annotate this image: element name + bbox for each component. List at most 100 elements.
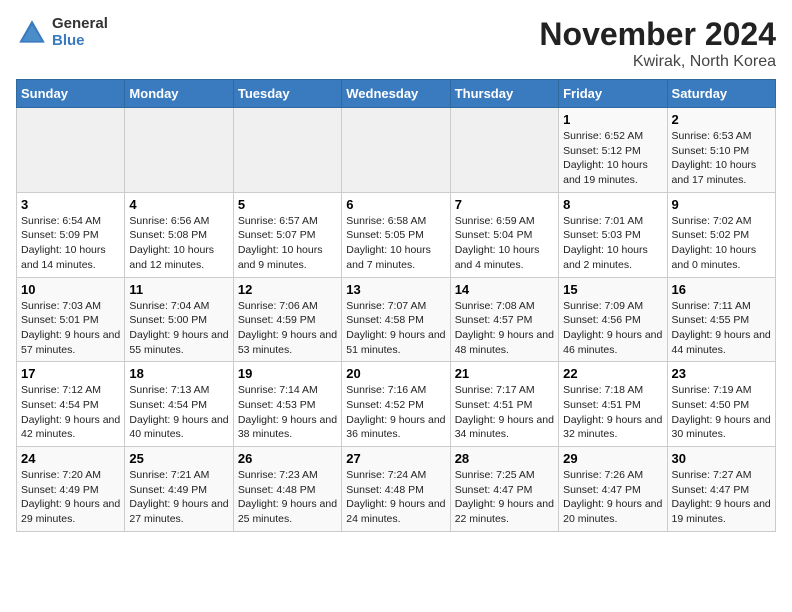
calendar-cell: 7 Sunrise: 6:59 AM Sunset: 5:04 PM Daylig… (450, 192, 558, 277)
day-number: 10 (21, 282, 120, 297)
calendar-cell: 8 Sunrise: 7:01 AM Sunset: 5:03 PM Daylig… (559, 192, 667, 277)
week-row-3: 10 Sunrise: 7:03 AM Sunset: 5:01 PM Dayli… (17, 277, 776, 362)
day-info: Sunrise: 7:03 AM Sunset: 5:01 PM Dayligh… (21, 299, 120, 358)
day-info: Sunrise: 7:04 AM Sunset: 5:00 PM Dayligh… (129, 299, 228, 358)
calendar-cell: 18 Sunrise: 7:13 AM Sunset: 4:54 PM Dayli… (125, 362, 233, 447)
day-info: Sunrise: 6:52 AM Sunset: 5:12 PM Dayligh… (563, 129, 662, 188)
day-number: 14 (455, 282, 554, 297)
logo: General Blue (16, 16, 108, 49)
day-info: Sunrise: 7:12 AM Sunset: 4:54 PM Dayligh… (21, 383, 120, 442)
day-number: 3 (21, 197, 120, 212)
day-info: Sunrise: 7:11 AM Sunset: 4:55 PM Dayligh… (672, 299, 771, 358)
day-number: 25 (129, 451, 228, 466)
calendar-cell: 29 Sunrise: 7:26 AM Sunset: 4:47 PM Dayli… (559, 447, 667, 532)
day-number: 28 (455, 451, 554, 466)
day-number: 8 (563, 197, 662, 212)
calendar-cell: 21 Sunrise: 7:17 AM Sunset: 4:51 PM Dayli… (450, 362, 558, 447)
day-info: Sunrise: 7:02 AM Sunset: 5:02 PM Dayligh… (672, 214, 771, 273)
calendar-cell (125, 108, 233, 193)
day-info: Sunrise: 7:18 AM Sunset: 4:51 PM Dayligh… (563, 383, 662, 442)
calendar-cell: 11 Sunrise: 7:04 AM Sunset: 5:00 PM Dayli… (125, 277, 233, 362)
calendar-cell: 2Sunrise: 6:53 AM Sunset: 5:10 PM Daylig… (667, 108, 775, 193)
header-monday: Monday (125, 80, 233, 108)
calendar-cell: 15 Sunrise: 7:09 AM Sunset: 4:56 PM Dayli… (559, 277, 667, 362)
week-row-4: 17 Sunrise: 7:12 AM Sunset: 4:54 PM Dayli… (17, 362, 776, 447)
calendar-cell (17, 108, 125, 193)
header-saturday: Saturday (667, 80, 775, 108)
day-info: Sunrise: 7:23 AM Sunset: 4:48 PM Dayligh… (238, 468, 337, 527)
day-number: 20 (346, 366, 445, 381)
day-info: Sunrise: 7:21 AM Sunset: 4:49 PM Dayligh… (129, 468, 228, 527)
header: General Blue November 2024 Kwirak, North… (16, 16, 776, 71)
day-number: 11 (129, 282, 228, 297)
calendar-cell: 13Sunrise: 7:07 AM Sunset: 4:58 PM Dayli… (342, 277, 450, 362)
calendar-cell: 30 Sunrise: 7:27 AM Sunset: 4:47 PM Dayli… (667, 447, 775, 532)
day-number: 30 (672, 451, 771, 466)
calendar-cell: 3 Sunrise: 6:54 AM Sunset: 5:09 PM Daylig… (17, 192, 125, 277)
logo-icon (16, 17, 48, 49)
calendar-cell: 24 Sunrise: 7:20 AM Sunset: 4:49 PM Dayli… (17, 447, 125, 532)
day-info: Sunrise: 6:56 AM Sunset: 5:08 PM Dayligh… (129, 214, 228, 273)
day-number: 29 (563, 451, 662, 466)
day-info: Sunrise: 7:09 AM Sunset: 4:56 PM Dayligh… (563, 299, 662, 358)
week-row-1: 1Sunrise: 6:52 AM Sunset: 5:12 PM Daylig… (17, 108, 776, 193)
calendar-cell (342, 108, 450, 193)
day-number: 18 (129, 366, 228, 381)
day-info: Sunrise: 7:01 AM Sunset: 5:03 PM Dayligh… (563, 214, 662, 273)
day-number: 7 (455, 197, 554, 212)
day-info: Sunrise: 7:25 AM Sunset: 4:47 PM Dayligh… (455, 468, 554, 527)
day-info: Sunrise: 7:17 AM Sunset: 4:51 PM Dayligh… (455, 383, 554, 442)
logo-general-text: General (52, 16, 108, 33)
calendar-cell: 10 Sunrise: 7:03 AM Sunset: 5:01 PM Dayli… (17, 277, 125, 362)
day-info: Sunrise: 6:57 AM Sunset: 5:07 PM Dayligh… (238, 214, 337, 273)
calendar-cell: 20 Sunrise: 7:16 AM Sunset: 4:52 PM Dayli… (342, 362, 450, 447)
day-info: Sunrise: 7:27 AM Sunset: 4:47 PM Dayligh… (672, 468, 771, 527)
day-number: 15 (563, 282, 662, 297)
day-number: 23 (672, 366, 771, 381)
calendar-header-row: SundayMondayTuesdayWednesdayThursdayFrid… (17, 80, 776, 108)
calendar-table: SundayMondayTuesdayWednesdayThursdayFrid… (16, 79, 776, 532)
day-info: Sunrise: 7:13 AM Sunset: 4:54 PM Dayligh… (129, 383, 228, 442)
day-number: 9 (672, 197, 771, 212)
day-number: 22 (563, 366, 662, 381)
day-info: Sunrise: 6:59 AM Sunset: 5:04 PM Dayligh… (455, 214, 554, 273)
calendar-cell (233, 108, 341, 193)
week-row-2: 3 Sunrise: 6:54 AM Sunset: 5:09 PM Daylig… (17, 192, 776, 277)
calendar-cell: 9 Sunrise: 7:02 AM Sunset: 5:02 PM Daylig… (667, 192, 775, 277)
day-number: 2 (672, 112, 771, 127)
day-number: 26 (238, 451, 337, 466)
header-tuesday: Tuesday (233, 80, 341, 108)
day-number: 17 (21, 366, 120, 381)
calendar-cell: 17 Sunrise: 7:12 AM Sunset: 4:54 PM Dayli… (17, 362, 125, 447)
day-number: 19 (238, 366, 337, 381)
day-info: Sunrise: 6:58 AM Sunset: 5:05 PM Dayligh… (346, 214, 445, 273)
day-number: 6 (346, 197, 445, 212)
calendar-cell: 12 Sunrise: 7:06 AM Sunset: 4:59 PM Dayli… (233, 277, 341, 362)
day-info: Sunrise: 7:24 AM Sunset: 4:48 PM Dayligh… (346, 468, 445, 527)
calendar-cell: 5Sunrise: 6:57 AM Sunset: 5:07 PM Daylig… (233, 192, 341, 277)
day-info: Sunrise: 7:07 AM Sunset: 4:58 PM Dayligh… (346, 299, 445, 358)
day-info: Sunrise: 7:20 AM Sunset: 4:49 PM Dayligh… (21, 468, 120, 527)
calendar-cell: 23Sunrise: 7:19 AM Sunset: 4:50 PM Dayli… (667, 362, 775, 447)
day-info: Sunrise: 7:06 AM Sunset: 4:59 PM Dayligh… (238, 299, 337, 358)
calendar-cell: 1Sunrise: 6:52 AM Sunset: 5:12 PM Daylig… (559, 108, 667, 193)
day-number: 24 (21, 451, 120, 466)
month-title: November 2024 (539, 16, 776, 53)
day-info: Sunrise: 7:26 AM Sunset: 4:47 PM Dayligh… (563, 468, 662, 527)
calendar-cell: 14 Sunrise: 7:08 AM Sunset: 4:57 PM Dayli… (450, 277, 558, 362)
calendar-cell: 26 Sunrise: 7:23 AM Sunset: 4:48 PM Dayli… (233, 447, 341, 532)
calendar-cell: 16Sunrise: 7:11 AM Sunset: 4:55 PM Dayli… (667, 277, 775, 362)
calendar-cell: 19 Sunrise: 7:14 AM Sunset: 4:53 PM Dayli… (233, 362, 341, 447)
day-info: Sunrise: 7:08 AM Sunset: 4:57 PM Dayligh… (455, 299, 554, 358)
day-number: 21 (455, 366, 554, 381)
header-wednesday: Wednesday (342, 80, 450, 108)
day-number: 27 (346, 451, 445, 466)
day-info: Sunrise: 6:54 AM Sunset: 5:09 PM Dayligh… (21, 214, 120, 273)
day-info: Sunrise: 7:14 AM Sunset: 4:53 PM Dayligh… (238, 383, 337, 442)
header-sunday: Sunday (17, 80, 125, 108)
day-number: 4 (129, 197, 228, 212)
title-area: November 2024 Kwirak, North Korea (539, 16, 776, 71)
day-info: Sunrise: 7:16 AM Sunset: 4:52 PM Dayligh… (346, 383, 445, 442)
calendar-cell: 4 Sunrise: 6:56 AM Sunset: 5:08 PM Daylig… (125, 192, 233, 277)
day-number: 12 (238, 282, 337, 297)
